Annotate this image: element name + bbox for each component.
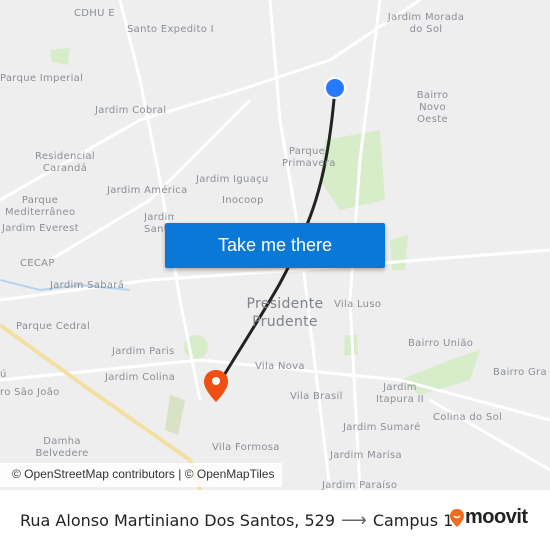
map-label: Vila Brasil — [290, 391, 343, 402]
map[interactable]: CDHU E Santo Expedito I Jardim Morada do… — [0, 0, 550, 490]
arrow-right-icon: ⟶ — [341, 510, 367, 531]
city-label: Presidente Prudente — [246, 296, 324, 330]
map-label: Parque Cedral — [16, 321, 91, 332]
map-label: Vila Formosa — [212, 442, 280, 453]
map-label: Santo Expedito I — [127, 24, 214, 35]
moovit-wordmark: moovit — [465, 506, 528, 528]
map-label: Jardim Morada do Sol — [387, 12, 465, 35]
map-label: CECAP — [20, 258, 55, 269]
map-label: ro São João — [0, 387, 60, 398]
map-label: Jardim Sumaré — [343, 422, 421, 433]
map-label: Vila Luso — [334, 299, 382, 310]
map-label: Bairro União — [408, 338, 474, 349]
route-summary: Rua Alonso Martiniano Dos Santos, 529 ⟶ … — [20, 510, 453, 531]
map-attribution[interactable]: © OpenStreetMap contributors | © OpenMap… — [0, 463, 283, 487]
map-label: Jardim Marisa — [330, 450, 402, 461]
map-label: Jardim Everest — [2, 223, 79, 234]
destination-pin-icon[interactable] — [202, 368, 230, 404]
map-label: CDHU E — [74, 8, 115, 19]
map-label: Inocoop — [222, 195, 264, 206]
origin-name: Rua Alonso Martiniano Dos Santos, 529 — [20, 511, 336, 530]
map-label: Parque Imperial — [0, 73, 84, 84]
map-label: Bairro Gra — [493, 367, 547, 378]
map-label: Parque Primavera — [282, 146, 336, 169]
map-label: Jardim Paris — [112, 346, 175, 357]
destination-name: Campus 1 — [372, 511, 454, 530]
map-label: Jardim Itapura II — [376, 382, 424, 405]
origin-marker-icon[interactable] — [323, 76, 347, 100]
map-label: Residencial Carandá — [35, 151, 95, 174]
map-label: Jardim Paraíso — [322, 480, 398, 490]
map-label: Damha Belvedere — [35, 436, 89, 459]
map-label: Bairro Novo Oeste — [416, 90, 449, 125]
map-label: ú — [0, 369, 7, 380]
map-label: Jardim Cobral — [95, 105, 167, 116]
map-label: Colina do Sol — [433, 412, 503, 423]
map-label: Parque Mediterrâneo — [5, 195, 76, 218]
map-label: Jardim América — [107, 185, 188, 196]
moovit-pin-icon — [450, 508, 464, 527]
map-label: Jardim Iguaçu — [196, 174, 269, 185]
take-me-there-button[interactable]: Take me there — [165, 223, 385, 268]
map-label: Jardim Colina — [105, 372, 176, 383]
map-label: Vila Nova — [255, 361, 305, 372]
moovit-logo: moovit — [449, 506, 528, 529]
map-label: Jardim Sabará — [50, 280, 125, 291]
